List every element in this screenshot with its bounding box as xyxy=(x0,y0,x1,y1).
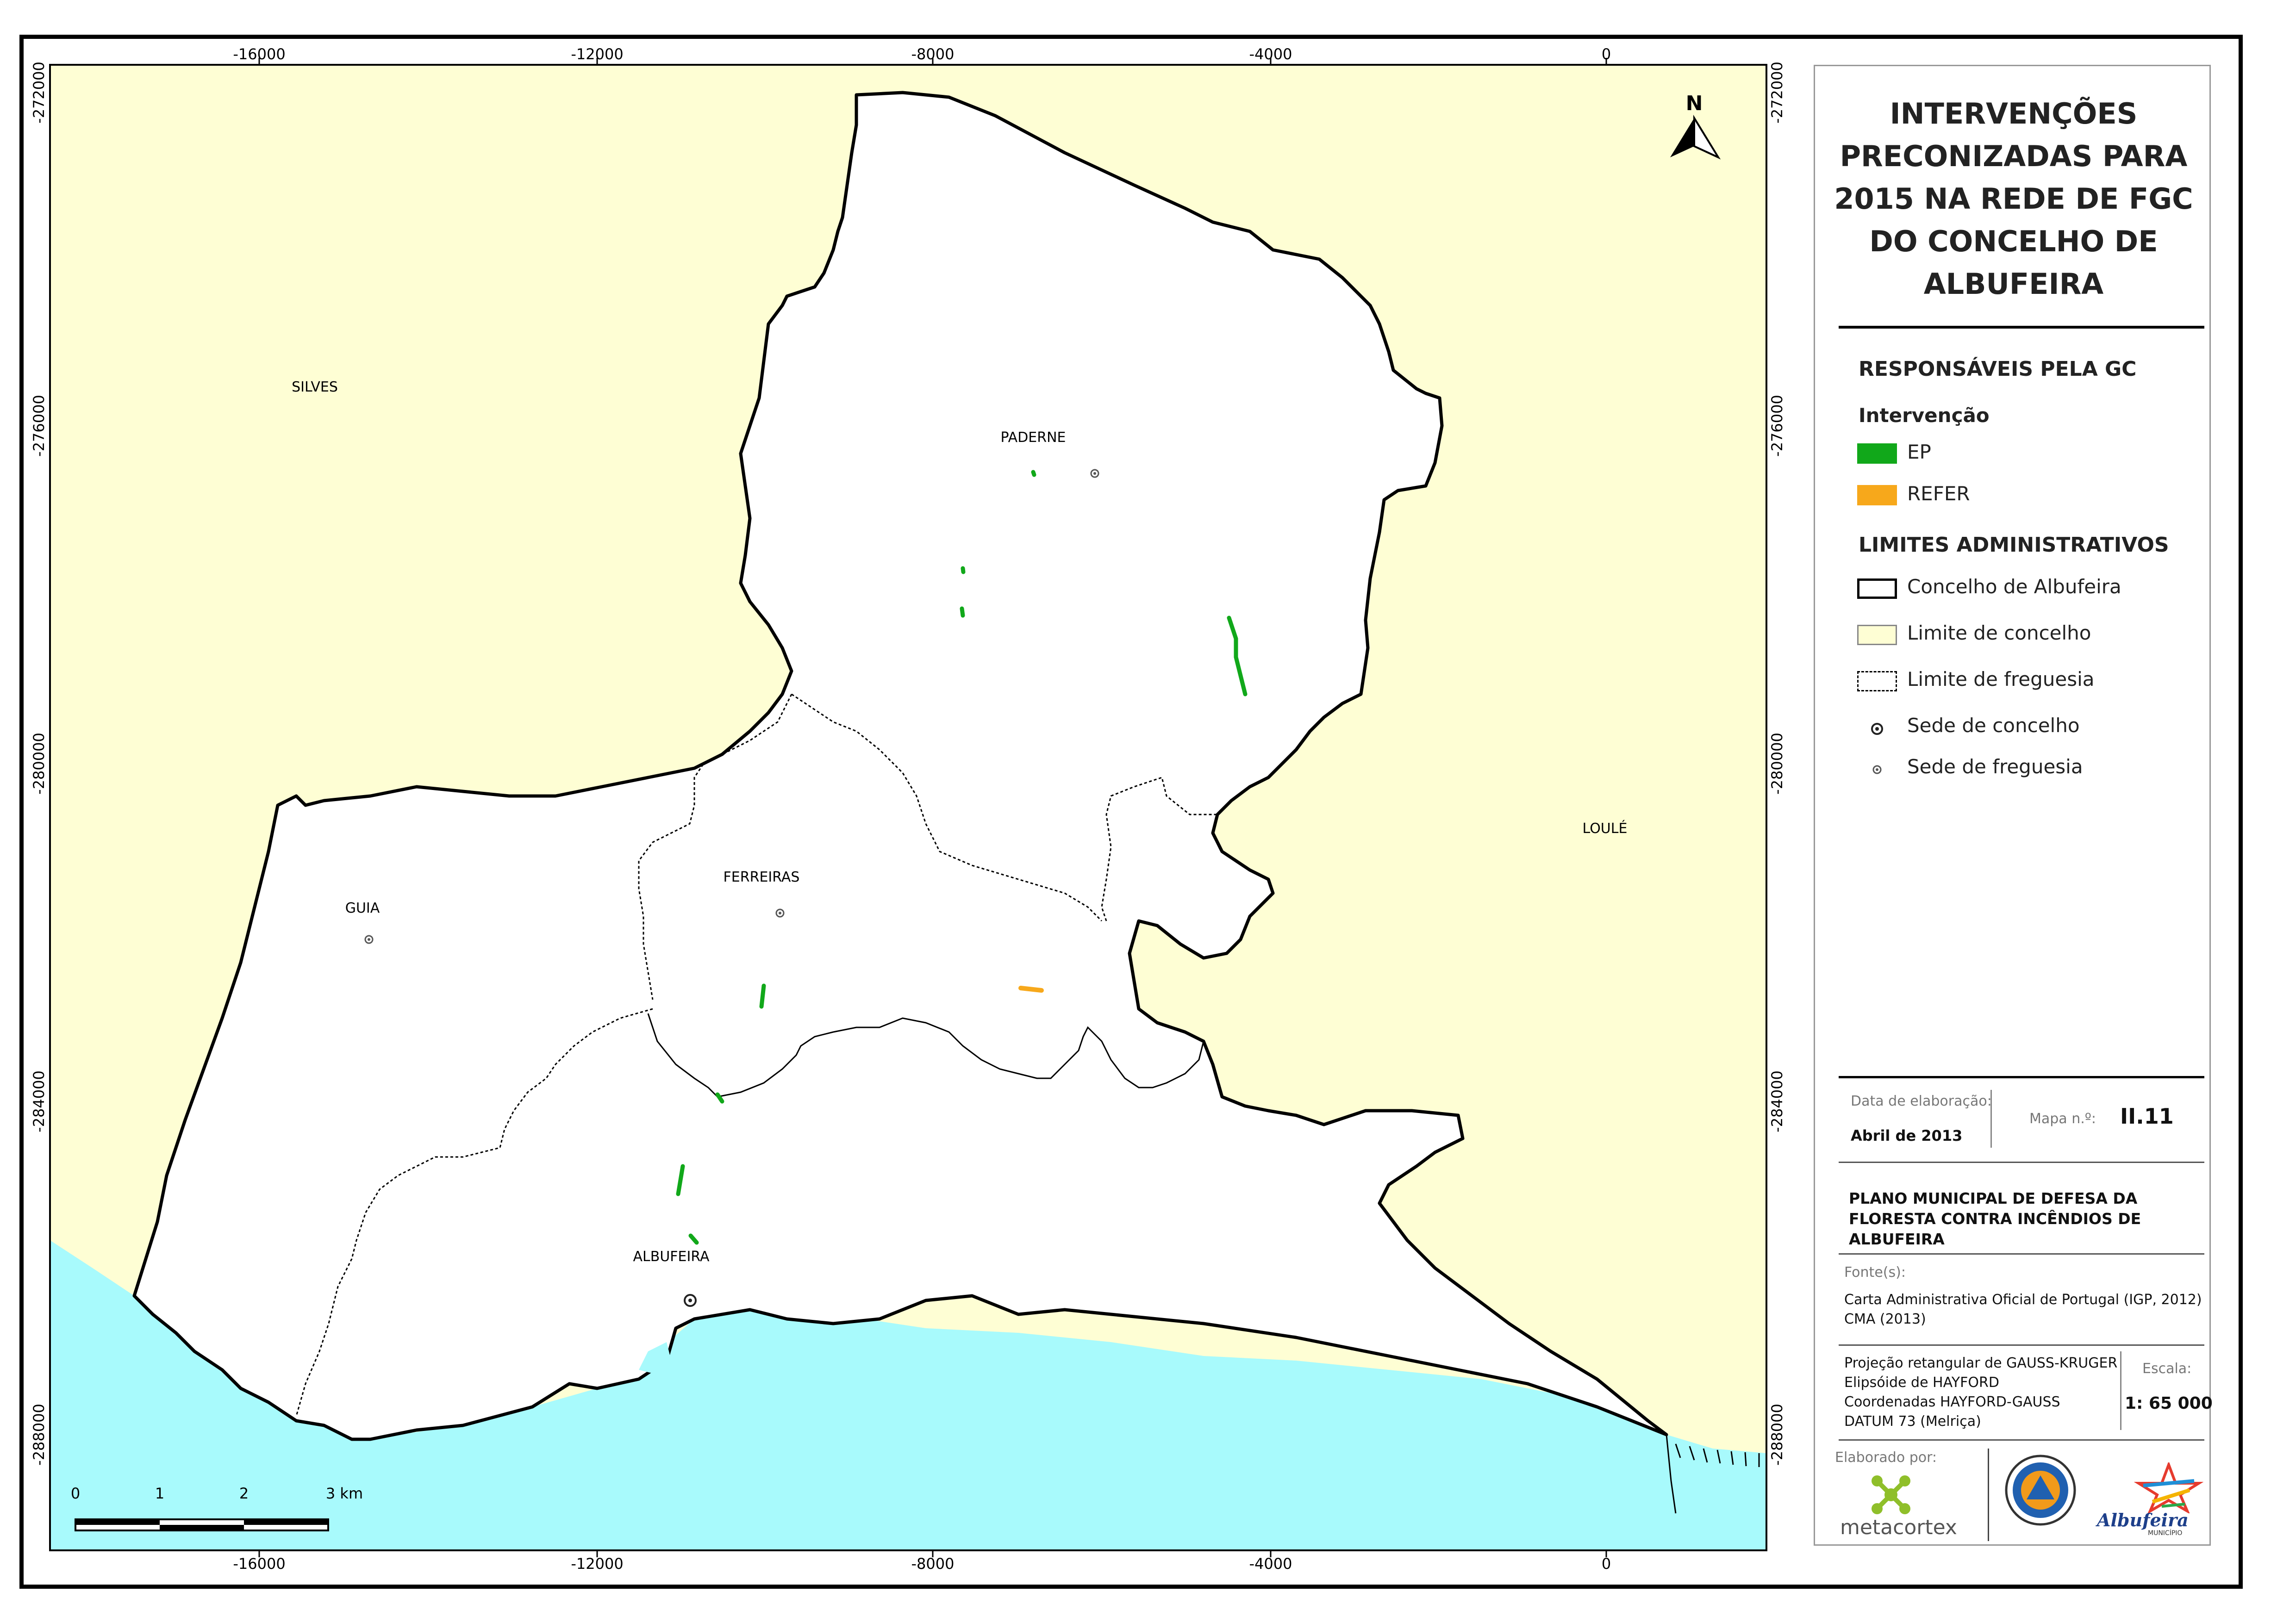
y-tick-right-3: -280000 xyxy=(1768,733,1786,795)
scale-label-2: 2 xyxy=(239,1485,249,1502)
swatch-refer xyxy=(1857,485,1897,505)
sede-freguesia-paderne xyxy=(1090,469,1099,478)
legend-section-responsaveis: RESPONSÁVEIS PELA GC xyxy=(1859,357,2137,381)
protecao-civil-emblem-icon xyxy=(2005,1455,2076,1526)
y-tick-right-4: -284000 xyxy=(1768,1070,1786,1132)
scale-label-0: 0 xyxy=(71,1485,80,1502)
svg-text:N: N xyxy=(1686,92,1703,115)
date-value: Abril de 2013 xyxy=(1851,1127,1963,1144)
x-tick-top-5: 0 xyxy=(1602,45,1611,63)
projection-4: DATUM 73 (Melriça) xyxy=(1844,1413,1981,1430)
y-tick-left-2: -276000 xyxy=(30,395,48,457)
swatch-ep xyxy=(1857,443,1897,464)
title-rule xyxy=(1839,326,2204,329)
metacortex-wordmark: metacortex xyxy=(1840,1516,1957,1539)
intervention-refer xyxy=(1018,986,1044,993)
scale-label-3: 3 km xyxy=(326,1485,363,1502)
y-tick-left-5: -288000 xyxy=(30,1404,48,1466)
info-rule-1 xyxy=(1839,1162,2204,1163)
source-2: CMA (2013) xyxy=(1844,1311,1926,1327)
sources-label: Fonte(s): xyxy=(1844,1264,1906,1281)
swatch-concelho-albufeira xyxy=(1857,578,1897,599)
metacortex-logo-icon xyxy=(1872,1475,1910,1514)
x-tick-top-1: -16000 xyxy=(233,45,285,63)
y-tick-right-1: -272000 xyxy=(1768,62,1786,124)
swatch-limite-concelho xyxy=(1857,625,1897,645)
legend-label-sede-concelho: Sede de concelho xyxy=(1907,714,2080,737)
projection-2: Elipsóide de HAYFORD xyxy=(1844,1374,1999,1391)
y-tick-left-4: -284000 xyxy=(30,1070,48,1132)
x-tick-top-3: -8000 xyxy=(911,45,955,63)
legend-label-concelho: Concelho de Albufeira xyxy=(1907,575,2121,598)
y-tick-left-1: -272000 xyxy=(30,62,48,124)
sede-concelho-albufeira xyxy=(684,1294,697,1307)
x-tick-top-2: -12000 xyxy=(571,45,623,63)
info-divider xyxy=(1990,1090,1992,1148)
legend-label-refer: REFER xyxy=(1907,482,1970,505)
sede-freguesia-ferreiras xyxy=(775,908,785,918)
place-loule: LOULÉ xyxy=(1583,820,1628,837)
place-silves: SILVES xyxy=(292,379,338,395)
source-1: Carta Administrativa Oficial de Portugal… xyxy=(1844,1292,2202,1308)
info-rule-3 xyxy=(1839,1344,2204,1346)
date-label: Data de elaboração: xyxy=(1851,1093,1992,1109)
y-tick-left-3: -280000 xyxy=(30,733,48,795)
place-paderne: PADERNE xyxy=(1001,429,1066,446)
plan-title: PLANO MUNICIPAL DE DEFESA DA FLORESTA CO… xyxy=(1849,1189,2141,1248)
info-rule-2 xyxy=(1839,1253,2204,1255)
legend-label-limite-concelho: Limite de concelho xyxy=(1907,622,2091,644)
x-tick-top-4: -4000 xyxy=(1249,45,1292,63)
place-albufeira: ALBUFEIRA xyxy=(633,1249,710,1265)
swatch-limite-freguesia xyxy=(1857,671,1897,691)
x-tick-bottom-4: -4000 xyxy=(1249,1555,1292,1573)
x-tick-bottom-2: -12000 xyxy=(571,1555,623,1573)
info-rule-4 xyxy=(1839,1439,2204,1441)
scale-divider xyxy=(2120,1351,2121,1430)
made-by-label: Elaborado por: xyxy=(1835,1449,1937,1466)
legend-section-limites: LIMITES ADMINISTRATIVOS xyxy=(1859,533,2169,557)
y-tick-right-2: -276000 xyxy=(1768,395,1786,457)
map-title: INTERVENÇÕES PRECONIZADAS PARA 2015 NA R… xyxy=(1834,97,2193,301)
map-number-value: II.11 xyxy=(2120,1104,2174,1129)
logo-divider xyxy=(1988,1449,1989,1541)
projection-1: Projeção retangular de GAUSS-KRUGER xyxy=(1844,1355,2118,1371)
place-ferreiras: FERREIRAS xyxy=(724,869,800,885)
legend-label-limite-freguesia: Limite de freguesia xyxy=(1907,668,2095,690)
legend-group-intervencao: Intervenção xyxy=(1859,404,1990,427)
x-tick-bottom-1: -16000 xyxy=(233,1555,285,1573)
legend-label-ep: EP xyxy=(1907,441,1931,463)
sede-freguesia-guia xyxy=(364,935,374,944)
map-number-label: Mapa n.º: xyxy=(2029,1111,2096,1127)
albufeira-wordmark: Albufeira xyxy=(2097,1510,2189,1530)
projection-3: Coordenadas HAYFORD-GAUSS xyxy=(1844,1394,2060,1410)
scale-value: 1: 65 000 xyxy=(2125,1394,2213,1413)
x-tick-bottom-3: -8000 xyxy=(911,1555,955,1573)
place-guia: GUIA xyxy=(345,900,380,916)
scale-label: Escala: xyxy=(2142,1361,2192,1377)
info-top-rule xyxy=(1839,1076,2204,1078)
albufeira-star-logo-icon xyxy=(2134,1462,2203,1513)
sede-freguesia-icon xyxy=(1872,765,1882,774)
x-tick-bottom-5: 0 xyxy=(1602,1555,1611,1573)
scale-label-1: 1 xyxy=(155,1485,164,1502)
municipio-label: MUNICÍPIO xyxy=(2148,1530,2183,1537)
sede-concelho-icon xyxy=(1871,723,1883,735)
legend-label-sede-freguesia: Sede de freguesia xyxy=(1907,755,2083,778)
y-tick-right-5: -288000 xyxy=(1768,1404,1786,1466)
